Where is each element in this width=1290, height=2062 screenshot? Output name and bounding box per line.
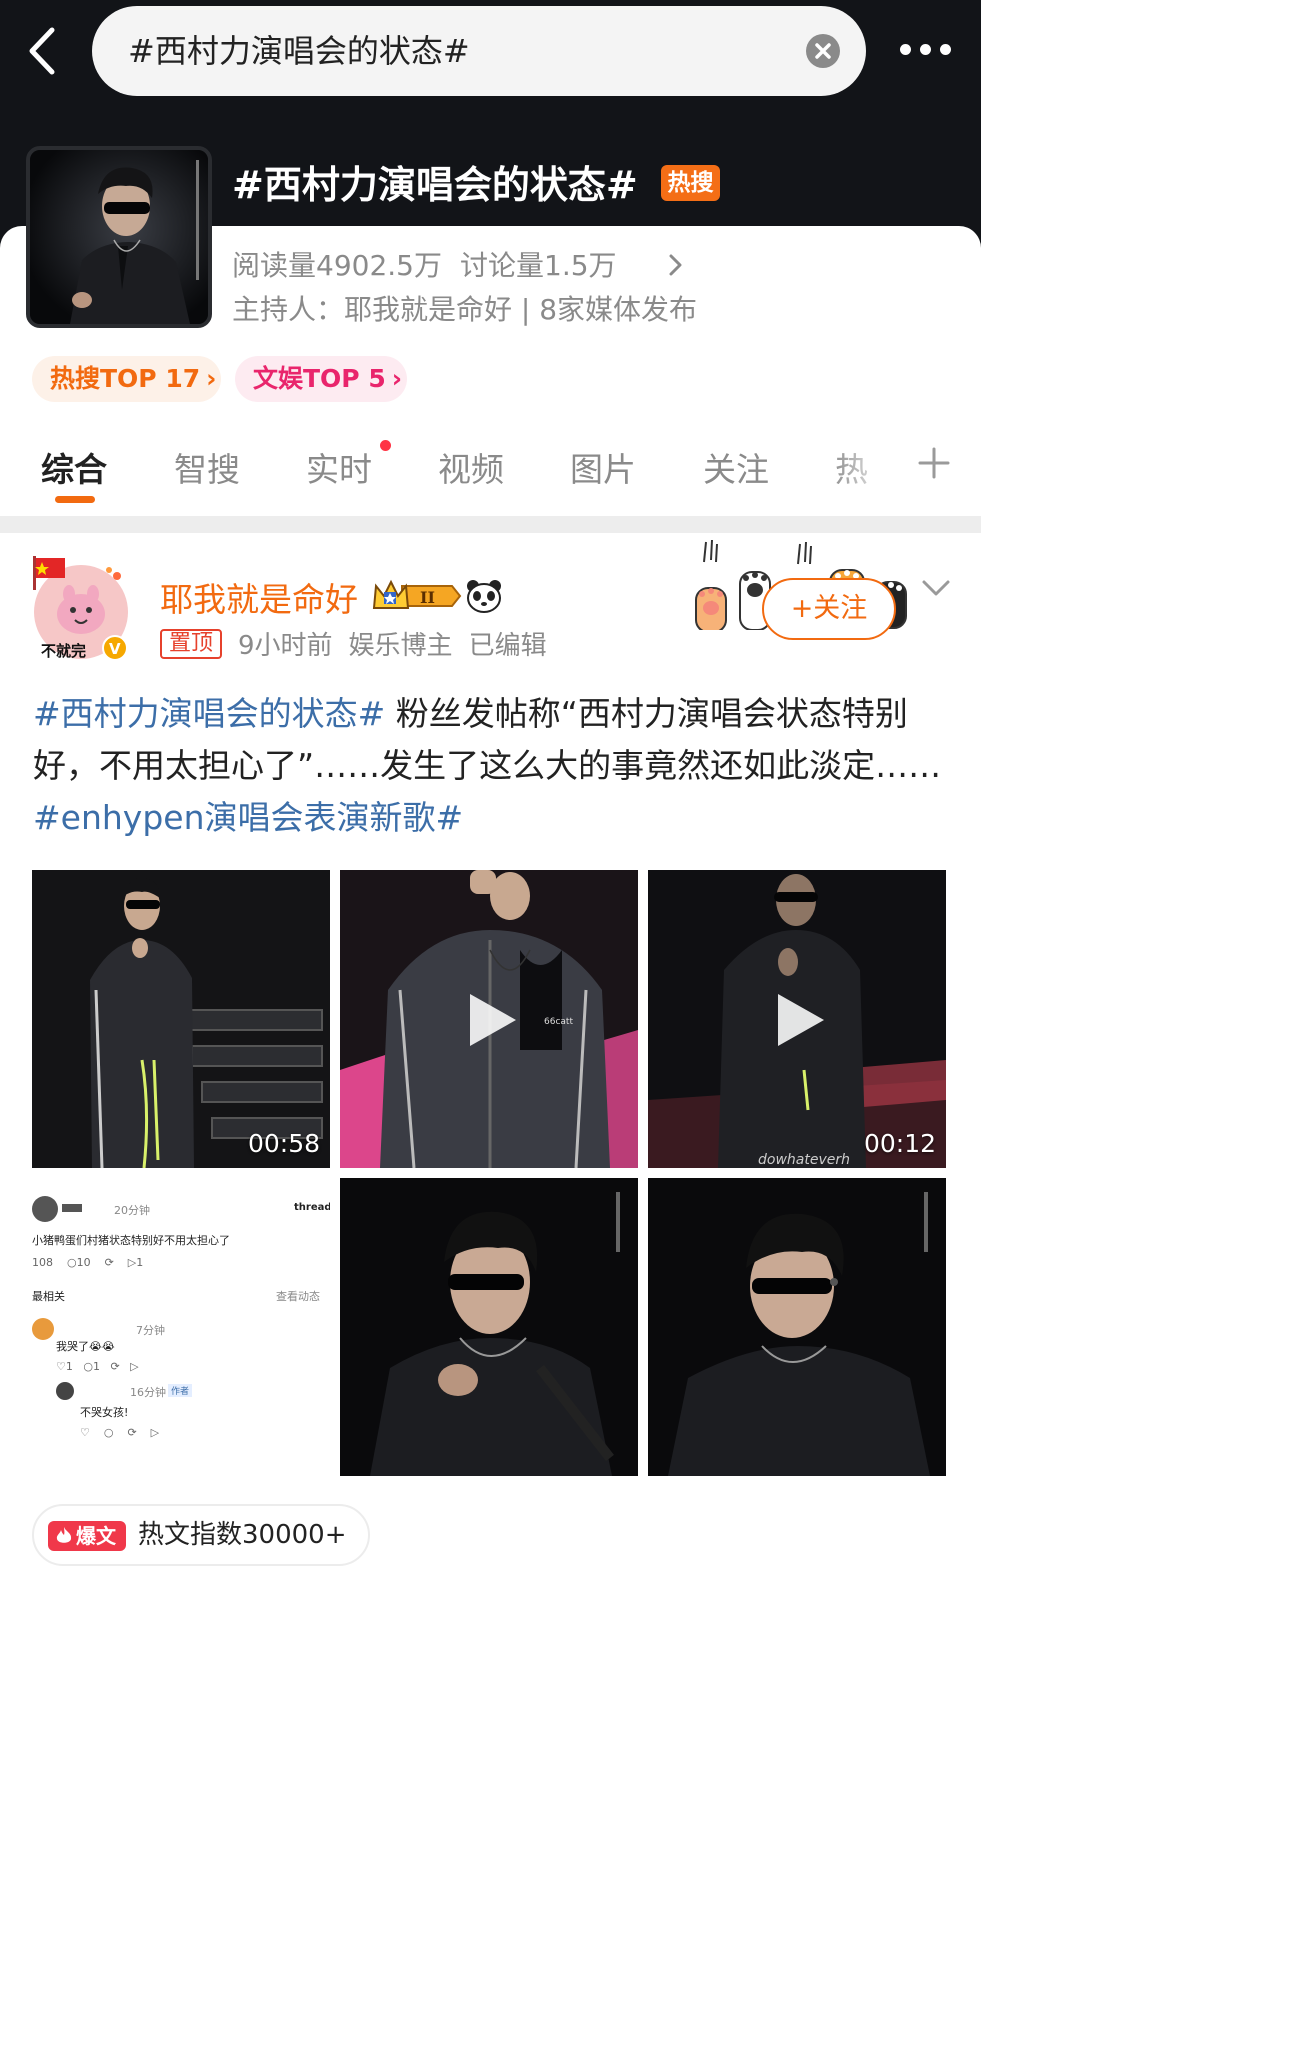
shot-filter: 最相关: [32, 1290, 65, 1303]
chevron-right-icon[interactable]: [665, 250, 685, 280]
media-video-2[interactable]: 66catt: [340, 870, 638, 1168]
reads-label: 阅读量: [232, 249, 317, 282]
active-tab-underline: [55, 496, 95, 503]
shot-time-1: 20分钟: [114, 1204, 150, 1217]
shot-reply-2: 不哭女孩!: [80, 1406, 129, 1419]
redacted-name: [62, 1204, 82, 1212]
hot-index-chip[interactable]: 爆文 热文指数30000+: [32, 1504, 370, 1566]
media-image-2[interactable]: [648, 1178, 946, 1476]
reads-value: 4902.5万: [316, 249, 442, 282]
topic-cover-image: [26, 146, 212, 328]
play-icon: [778, 994, 824, 1046]
shot-counts-1: 108 ○10 ⟳ ▷1: [32, 1256, 144, 1269]
shot-author-tag: 作者: [168, 1384, 193, 1397]
hot-index-text: 热文指数30000+: [138, 1520, 347, 1550]
hashtag-enhypen[interactable]: #enhypen演唱会表演新歌#: [33, 798, 463, 837]
chevron-down-icon[interactable]: [920, 578, 952, 600]
shot-reply-1: 我哭了😭😭: [56, 1340, 115, 1353]
svg-text:66catt: 66catt: [544, 1017, 573, 1027]
tab-smart-search[interactable]: 智搜: [174, 443, 240, 491]
clear-icon[interactable]: [806, 34, 840, 68]
entertainment-rank-label: 文娱TOP 5: [253, 364, 386, 393]
tab-comprehensive[interactable]: 综合: [41, 443, 107, 491]
back-arrow-icon[interactable]: [22, 26, 66, 76]
author-name[interactable]: 耶我就是命好: [160, 573, 358, 621]
shot-view-more: 查看动态: [276, 1290, 320, 1303]
entertainment-rank-chip[interactable]: 文娱TOP 5 ›: [235, 356, 407, 402]
plus-icon[interactable]: [917, 446, 951, 480]
tab-images[interactable]: 图片: [570, 443, 636, 491]
more-dots-icon[interactable]: [896, 38, 956, 62]
post-time: 9小时前: [238, 631, 333, 661]
tab-fade-overlay: [830, 436, 910, 496]
crown-badge-icon: II: [372, 578, 462, 614]
search-query: #西村力演唱会的状态#: [128, 32, 470, 70]
hot-search-rank-label: 热搜TOP 17: [50, 364, 201, 393]
follow-button[interactable]: +关注: [762, 578, 896, 640]
media-video-1[interactable]: 00:58: [32, 870, 330, 1168]
topic-title: #西村力演唱会的状态#: [232, 163, 638, 207]
shot-counts-2: ♡1 ○1 ⟳ ▷: [56, 1360, 139, 1373]
shot-app-name: threads: [294, 1202, 330, 1213]
avatar: [56, 1382, 74, 1400]
shot-time-2: 7分钟: [136, 1324, 165, 1337]
search-input[interactable]: #西村力演唱会的状态#: [92, 6, 866, 96]
post-meta: 9小时前 娱乐博主 已编辑: [238, 625, 563, 662]
svg-text:II: II: [420, 588, 435, 607]
discussion-label: 讨论量: [460, 249, 545, 282]
media-screenshot[interactable]: 20分钟 threads 小猪鸭蛋们村猪状态特别好不用太担心了 108 ○10 …: [32, 1178, 330, 1476]
avatar-text: 不就完: [41, 642, 86, 660]
burst-icon: [56, 1527, 72, 1543]
play-icon: [470, 994, 516, 1046]
avatar[interactable]: 不就完 V: [31, 556, 131, 664]
hot-search-badge: 热搜: [661, 165, 720, 201]
shot-time-3: 16分钟: [130, 1386, 166, 1399]
avatar: [32, 1196, 58, 1222]
hot-search-rank-chip[interactable]: 热搜TOP 17 ›: [32, 356, 221, 402]
host-info[interactable]: 主持人：耶我就是命好 | 8家媒体发布: [232, 288, 697, 328]
chevron-right-icon: ›: [206, 364, 217, 393]
post-text: #西村力演唱会的状态# 粉丝发帖称“西村力演唱会状态特别好，不用太担心了”……发…: [33, 688, 948, 844]
video-watermark: dowhateverh: [758, 1152, 850, 1168]
chevron-right-icon: ›: [391, 364, 403, 393]
media-image-1[interactable]: [340, 1178, 638, 1476]
tab-following[interactable]: 关注: [703, 443, 769, 491]
shot-actions: ♡○⟳▷: [80, 1426, 174, 1439]
avatar: [32, 1318, 54, 1340]
topic-stats[interactable]: 阅读量4902.5万 讨论量1.5万: [232, 244, 617, 284]
svg-text:V: V: [109, 640, 121, 658]
pinned-tag: 置顶: [160, 629, 222, 659]
panda-icon: [466, 579, 502, 613]
media-video-3[interactable]: dowhateverh 00:12: [648, 870, 946, 1168]
author-type: 娱乐博主: [348, 631, 453, 661]
video-duration: 00:12: [863, 1129, 936, 1158]
edited-label: 已编辑: [468, 631, 547, 661]
hashtag-topic[interactable]: #西村力演唱会的状态#: [33, 694, 385, 733]
discussion-value: 1.5万: [544, 249, 617, 282]
shot-line-1: 小猪鸭蛋们村猪状态特别好不用太担心了: [32, 1234, 230, 1247]
realtime-new-dot: [380, 440, 391, 451]
tab-video[interactable]: 视频: [438, 443, 504, 491]
tab-realtime[interactable]: 实时: [306, 443, 372, 491]
video-duration: 00:58: [247, 1129, 320, 1158]
